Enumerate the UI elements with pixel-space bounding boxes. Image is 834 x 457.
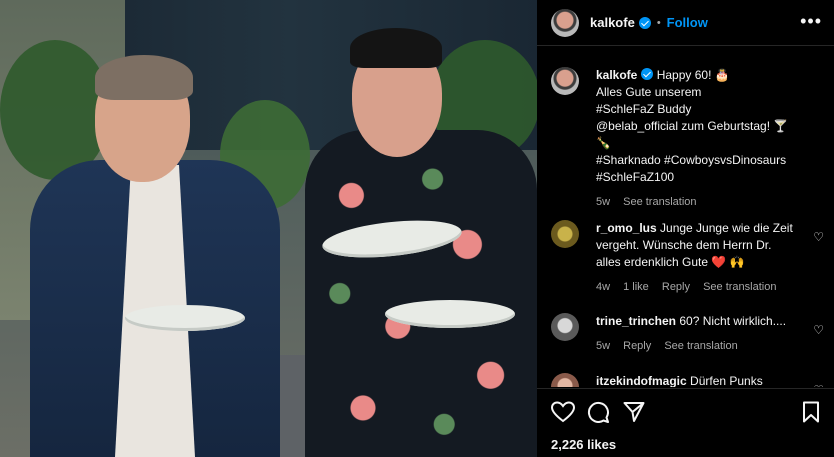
- comment-text: 60? Nicht wirklich....: [679, 314, 787, 328]
- comment: r_omo_lus Junge Junge wie die Zeit verge…: [551, 220, 834, 296]
- separator-dot: •: [656, 16, 661, 29]
- commenter-avatar[interactable]: [551, 220, 579, 248]
- share-icon[interactable]: [623, 401, 645, 423]
- photo-person-right-hair: [350, 28, 442, 68]
- post-side-panel: kalkofe • Follow ••• kalkofe Happy 60! 🎂…: [537, 0, 834, 457]
- verified-badge-icon: [641, 68, 654, 80]
- caption-avatar[interactable]: [551, 67, 579, 95]
- heart-icon[interactable]: ♡: [813, 383, 824, 387]
- commenter-username[interactable]: trine_trinchen: [596, 314, 676, 328]
- photo-person-right-shirt: [305, 130, 537, 457]
- comment-icon[interactable]: [587, 401, 609, 423]
- heart-icon[interactable]: ♡: [813, 323, 824, 337]
- caption-line: Alles Gute unserem: [596, 85, 702, 99]
- comment-likes[interactable]: 1 like: [623, 281, 649, 293]
- reply-button[interactable]: Reply: [623, 340, 651, 352]
- comment: trine_trinchen 60? Nicht wirklich.... 5w…: [551, 313, 834, 355]
- comment: itzekindofmagic Dürfen Punks ♡: [551, 373, 834, 387]
- see-translation-button[interactable]: See translation: [703, 281, 776, 293]
- verified-badge-icon: [638, 16, 651, 29]
- photo-plate: [125, 305, 245, 331]
- commenter-username[interactable]: itzekindofmagic: [596, 374, 687, 387]
- see-translation-button[interactable]: See translation: [623, 196, 696, 208]
- caption-username[interactable]: kalkofe: [596, 68, 637, 82]
- caption-hashtag[interactable]: #Sharknado #CowboysvsDinosaurs: [596, 152, 788, 169]
- photo-person-left-hair: [95, 55, 193, 100]
- post-actions-bar: [537, 388, 834, 433]
- comment-time[interactable]: 4w: [596, 281, 610, 293]
- commenter-username[interactable]: r_omo_lus: [596, 221, 657, 235]
- comment-text: Dürfen Punks: [690, 374, 763, 387]
- commenter-avatar[interactable]: [551, 373, 579, 387]
- photo-plate: [385, 300, 515, 328]
- post-photo[interactable]: [0, 0, 537, 457]
- bookmark-icon[interactable]: [802, 401, 820, 423]
- caption-line: 🍾: [596, 136, 611, 150]
- follow-button[interactable]: Follow: [667, 15, 708, 30]
- caption-line: Happy 60! 🎂: [656, 68, 730, 82]
- author-username[interactable]: kalkofe: [590, 15, 635, 30]
- more-horizontal-icon[interactable]: •••: [800, 12, 822, 30]
- photo-plant: [0, 40, 110, 180]
- see-translation-button[interactable]: See translation: [664, 340, 737, 352]
- caption-mention[interactable]: @belab_official zum Geburtstag! 🍸: [596, 118, 788, 135]
- caption-hashtag[interactable]: #SchleFaZ100: [596, 169, 788, 186]
- caption-time[interactable]: 5w: [596, 196, 610, 208]
- heart-icon[interactable]: ♡: [813, 230, 824, 244]
- author-avatar[interactable]: [551, 8, 579, 37]
- reply-button[interactable]: Reply: [662, 281, 690, 293]
- comments-scroll-area[interactable]: kalkofe Happy 60! 🎂 Alles Gute unserem #…: [537, 47, 834, 387]
- post-header: kalkofe • Follow •••: [537, 0, 834, 46]
- heart-icon[interactable]: [551, 401, 575, 423]
- likes-count[interactable]: 2,226 likes: [551, 437, 616, 452]
- comment-time[interactable]: 5w: [596, 340, 610, 352]
- commenter-avatar[interactable]: [551, 313, 579, 341]
- post-caption: kalkofe Happy 60! 🎂 Alles Gute unserem #…: [551, 67, 826, 211]
- caption-hashtag[interactable]: #SchleFaZ Buddy: [596, 101, 788, 118]
